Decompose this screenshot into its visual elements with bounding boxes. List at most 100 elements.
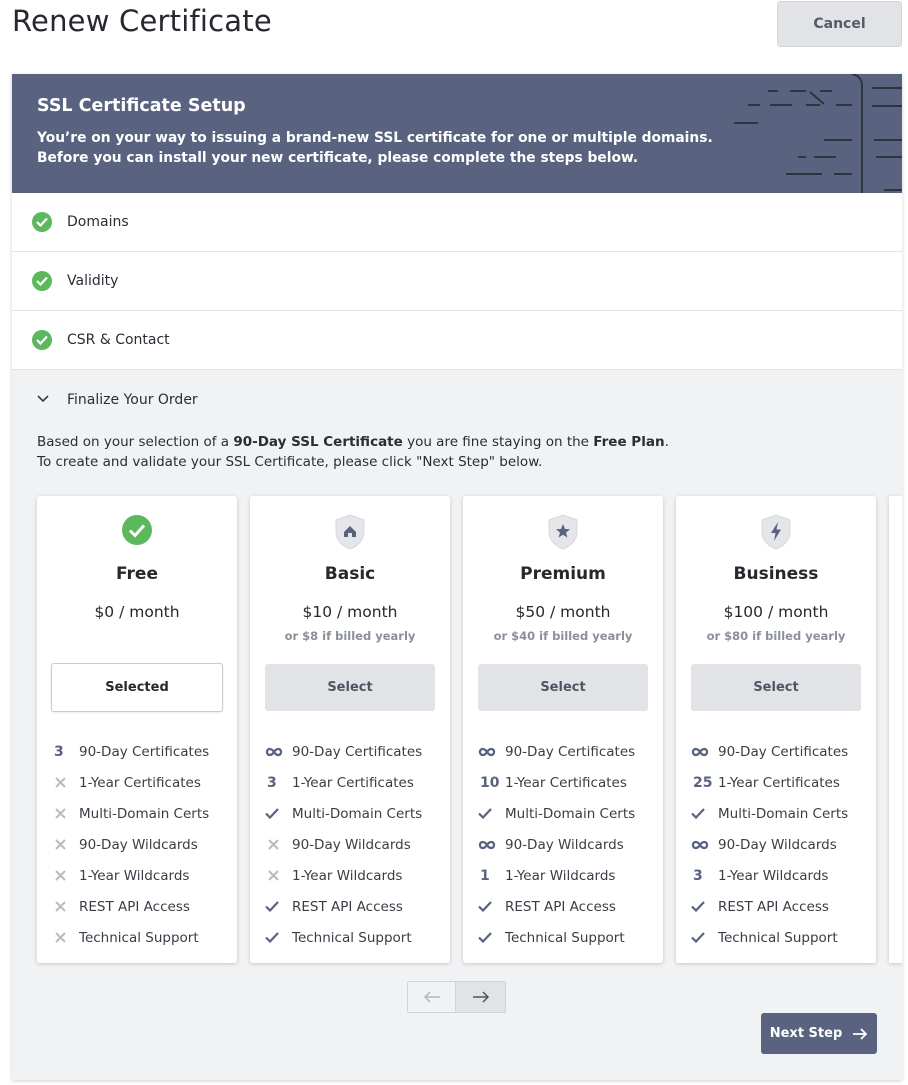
checkmark-icon <box>478 901 505 912</box>
banner-description: You’re on your way to issuing a brand-ne… <box>37 128 713 168</box>
banner-desc-line1: You’re on your way to issuing a brand-ne… <box>37 130 713 146</box>
feature-label: 90-Day Certificates <box>79 743 210 760</box>
feature-item: REST API Access <box>265 891 450 922</box>
feature-count: 25 <box>693 774 713 791</box>
infinity-icon <box>691 747 718 757</box>
cancel-button[interactable]: Cancel <box>777 1 902 47</box>
arrow-left-icon <box>423 991 440 1003</box>
checkmark-icon <box>478 808 505 819</box>
infinity-icon <box>478 840 505 850</box>
feature-item: 90-Day Wildcards <box>265 829 450 860</box>
feature-label: REST API Access <box>505 898 616 915</box>
feature-item: 1-Year Certificates <box>52 767 237 798</box>
next-step-label: Next Step <box>769 1026 843 1041</box>
feature-label: 1-Year Certificates <box>505 774 627 791</box>
plan-card-basic: Basic $10 / month or $8 if billed yearly Se… <box>250 496 450 963</box>
plan-name: Basic <box>324 564 376 584</box>
check-circle-icon <box>32 330 52 350</box>
desc-plan-name: Free Plan <box>593 434 665 450</box>
feature-label: 1-Year Certificates <box>292 774 414 791</box>
plan-select-button[interactable]: Select <box>265 664 435 711</box>
feature-item: Multi-Domain Certs <box>691 798 876 829</box>
home-shield-icon <box>334 514 366 550</box>
plan-select-button[interactable]: Select <box>478 664 648 711</box>
feature-label: 1-Year Wildcards <box>505 867 616 884</box>
banner-title: SSL Certificate Setup <box>37 96 246 116</box>
feature-label: 90-Day Certificates <box>292 743 423 760</box>
step-finalize-order[interactable]: Finalize Your Order <box>12 371 902 429</box>
plan-name: Premium <box>520 564 606 584</box>
step-label: Domains <box>67 214 129 230</box>
lightning-shield-icon <box>760 514 792 550</box>
check-circle-icon <box>121 514 153 550</box>
step-label: CSR & Contact <box>67 332 170 348</box>
feature-item: REST API Access <box>478 891 663 922</box>
next-step-button[interactable]: Next Step <box>761 1013 877 1054</box>
feature-label: Multi-Domain Certs <box>505 805 636 822</box>
banner-desc-line2: Before you can install your new certific… <box>37 150 639 166</box>
step-domains[interactable]: Domains <box>12 193 902 252</box>
feature-label: REST API Access <box>718 898 829 915</box>
setup-panel: SSL Certificate Setup You’re on your way… <box>12 74 902 1080</box>
feature-label: 1-Year Wildcards <box>292 867 403 884</box>
pager-prev-button[interactable] <box>408 982 457 1012</box>
feature-label: 90-Day Wildcards <box>505 836 624 853</box>
feature-label: REST API Access <box>292 898 403 915</box>
plan-features: 90-Day Certificates 10 1-Year Certificates… <box>478 736 663 953</box>
desc-line2: To create and validate your SSL Certific… <box>37 454 543 470</box>
pager-next-button[interactable] <box>456 982 505 1012</box>
feature-label: 1-Year Wildcards <box>79 867 190 884</box>
plan-price: $50 / month <box>515 603 611 621</box>
setup-banner: SSL Certificate Setup You’re on your way… <box>12 74 902 193</box>
star-shield-icon <box>547 514 579 550</box>
checkmark-icon <box>478 932 505 943</box>
plan-card-premium: Premium $50 / month or $40 if billed yearl… <box>463 496 663 963</box>
feature-item: 90-Day Certificates <box>691 736 876 767</box>
feature-count: 10 <box>480 774 500 791</box>
plan-pager <box>407 981 506 1013</box>
cross-icon <box>265 870 292 881</box>
feature-item: 1-Year Wildcards <box>265 860 450 891</box>
feature-label: REST API Access <box>79 898 190 915</box>
desc-text: . <box>664 434 669 450</box>
step-label: Validity <box>67 273 119 289</box>
plan-price: $0 / month <box>94 603 180 621</box>
cross-icon <box>52 808 79 819</box>
step-csr-contact[interactable]: CSR & Contact <box>12 311 902 370</box>
feature-item: 90-Day Certificates <box>478 736 663 767</box>
page-title: Renew Certificate <box>12 4 272 38</box>
checkmark-icon <box>265 808 292 819</box>
plan-features: 3 90-Day Certificates 1-Year Certificates M… <box>52 736 237 953</box>
plan-yearly-price: or $8 if billed yearly <box>284 629 416 643</box>
feature-item: 3 1-Year Certificates <box>265 767 450 798</box>
cross-icon <box>265 839 292 850</box>
plan-card-free: Free $0 / month Selected 3 90-Day Certificat… <box>37 496 237 963</box>
plan-name: Business <box>733 564 819 584</box>
feature-label: 90-Day Wildcards <box>79 836 198 853</box>
cross-icon <box>52 777 79 788</box>
feature-item: Multi-Domain Certs <box>265 798 450 829</box>
plan-yearly-price: or $40 if billed yearly <box>493 629 633 643</box>
cross-icon <box>52 870 79 881</box>
feature-item: Technical Support <box>265 922 450 953</box>
plan-features: 90-Day Certificates 3 1-Year Certificates M… <box>265 736 450 953</box>
finalize-description: Based on your selection of a 90-Day SSL … <box>37 432 669 472</box>
step-validity[interactable]: Validity <box>12 252 902 311</box>
feature-item: Technical Support <box>478 922 663 953</box>
infinity-icon <box>265 747 292 757</box>
desc-text: Based on your selection of a <box>37 434 234 450</box>
checkmark-icon <box>265 901 292 912</box>
feature-item: 25 1-Year Certificates <box>691 767 876 798</box>
checkmark-icon <box>691 932 718 943</box>
feature-count: 3 <box>693 867 703 884</box>
checkmark-icon <box>265 932 292 943</box>
step-label: Finalize Your Order <box>67 392 198 408</box>
feature-label: Technical Support <box>79 929 199 946</box>
chevron-down-icon <box>37 395 49 403</box>
feature-label: 1-Year Wildcards <box>718 867 829 884</box>
infinity-icon <box>691 840 718 850</box>
feature-label: Multi-Domain Certs <box>718 805 849 822</box>
plan-select-button[interactable]: Select <box>691 664 861 711</box>
feature-count: 1 <box>480 867 490 884</box>
plan-selected-button[interactable]: Selected <box>51 663 223 712</box>
